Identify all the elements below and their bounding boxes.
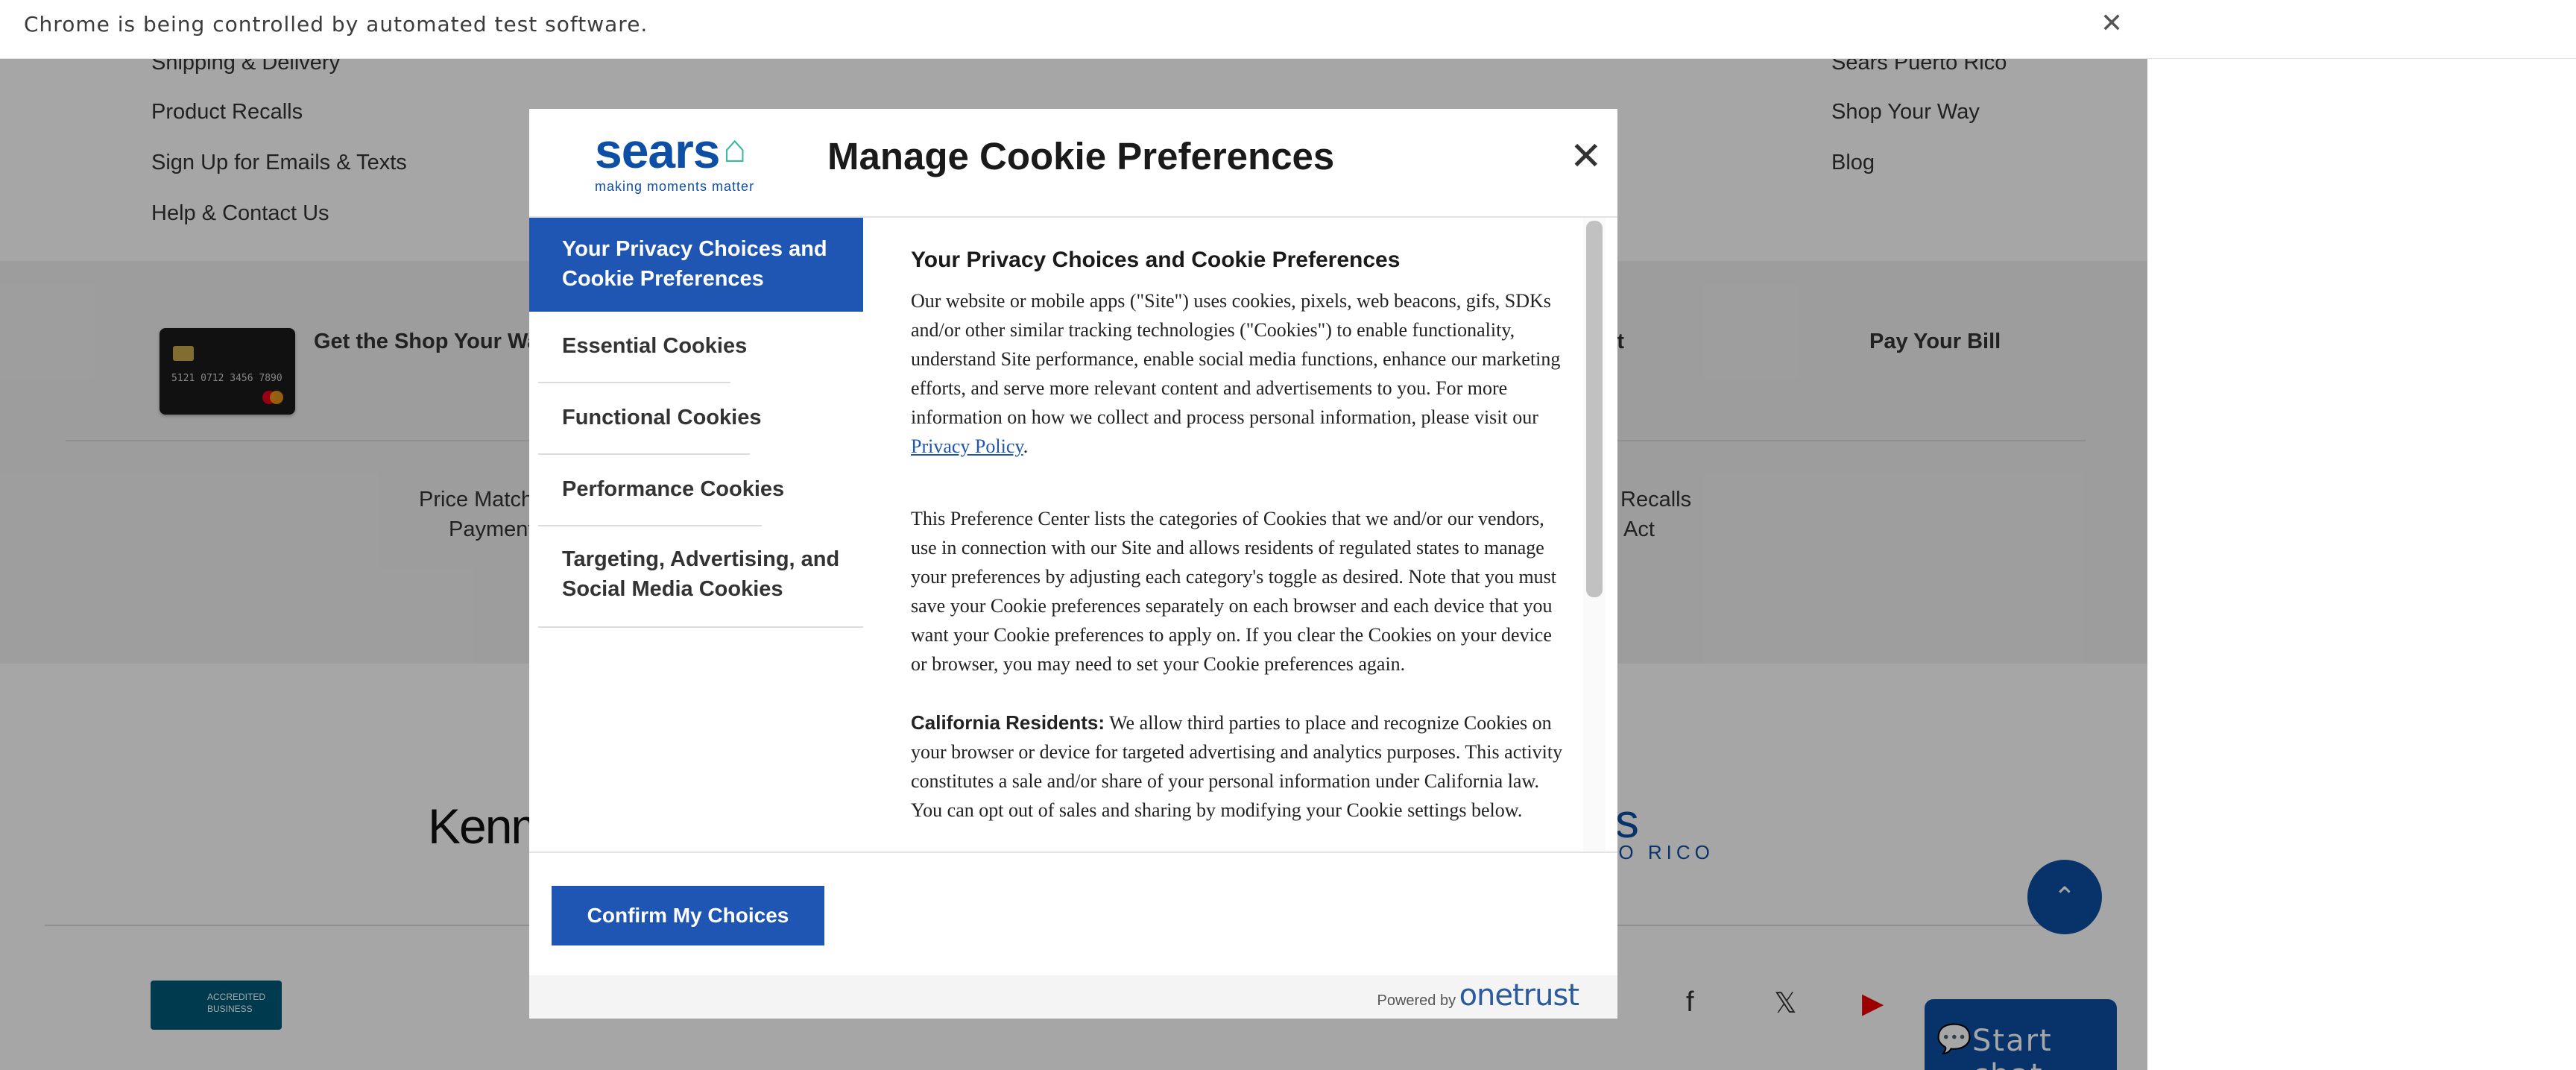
preference-center-paragraph: This Preference Center lists the categor… [911, 508, 1557, 675]
intro-paragraph: Our website or mobile apps ("Site") uses… [911, 286, 1573, 461]
tab-label: Functional Cookies [562, 406, 762, 429]
infobar-close-icon[interactable]: ✕ [2100, 7, 2123, 39]
tab-essential-cookies[interactable]: Essential Cookies [529, 312, 863, 383]
confirm-my-choices-button[interactable]: Confirm My Choices [552, 886, 824, 945]
intro-text: Our website or mobile apps ("Site") uses… [911, 290, 1561, 428]
intro-end: . [1023, 435, 1029, 457]
sears-logo: sears ⌂ making moments matter [595, 122, 766, 194]
close-icon[interactable]: ✕ [1570, 134, 1603, 179]
california-label: California Residents: [911, 711, 1105, 734]
modal-title: Manage Cookie Preferences [827, 135, 1335, 177]
cookie-category-tabs: Your Privacy Choices and Cookie Preferen… [529, 218, 863, 889]
house-icon: ⌂ [723, 128, 747, 171]
modal-header: sears ⌂ making moments matter Manage Coo… [529, 109, 1617, 218]
tab-performance-cookies[interactable]: Performance Cookies [529, 455, 863, 526]
automation-infobar: Chrome is being controlled by automated … [0, 0, 2576, 59]
infobar-message: Chrome is being controlled by automated … [24, 12, 648, 37]
tab-divider [538, 626, 863, 628]
section-heading: Your Privacy Choices and Cookie Preferen… [911, 248, 1401, 272]
cookie-preferences-modal: sears ⌂ making moments matter Manage Coo… [529, 109, 1617, 1019]
tab-label: Your Privacy Choices and Cookie Preferen… [562, 237, 827, 291]
powered-by-bar: Powered by onetrust [529, 975, 1617, 1019]
tab-functional-cookies[interactable]: Functional Cookies [529, 383, 863, 455]
privacy-policy-link[interactable]: Privacy Policy [911, 435, 1023, 457]
tab-label: Performance Cookies [562, 477, 785, 501]
tab-targeting-cookies[interactable]: Targeting, Advertising, and Social Media… [529, 526, 863, 628]
onetrust-wordmark: onetrust [1459, 978, 1579, 1013]
powered-by-label: Powered by [1377, 992, 1456, 1009]
sears-wordmark: sears [595, 123, 721, 178]
tab-privacy-choices[interactable]: Your Privacy Choices and Cookie Preferen… [529, 218, 863, 312]
california-paragraph: California Residents: We allow third par… [911, 708, 1573, 825]
content-scrollbar-thumb[interactable] [1586, 221, 1603, 597]
tab-label: Essential Cookies [562, 334, 748, 358]
sears-tagline: making moments matter [595, 179, 755, 194]
onetrust-logo[interactable]: Powered by onetrust [1377, 978, 1579, 1013]
modal-footer: Confirm My Choices Powered by onetrust [529, 852, 1617, 1019]
tab-label: Targeting, Advertising, and Social Media… [562, 547, 840, 601]
